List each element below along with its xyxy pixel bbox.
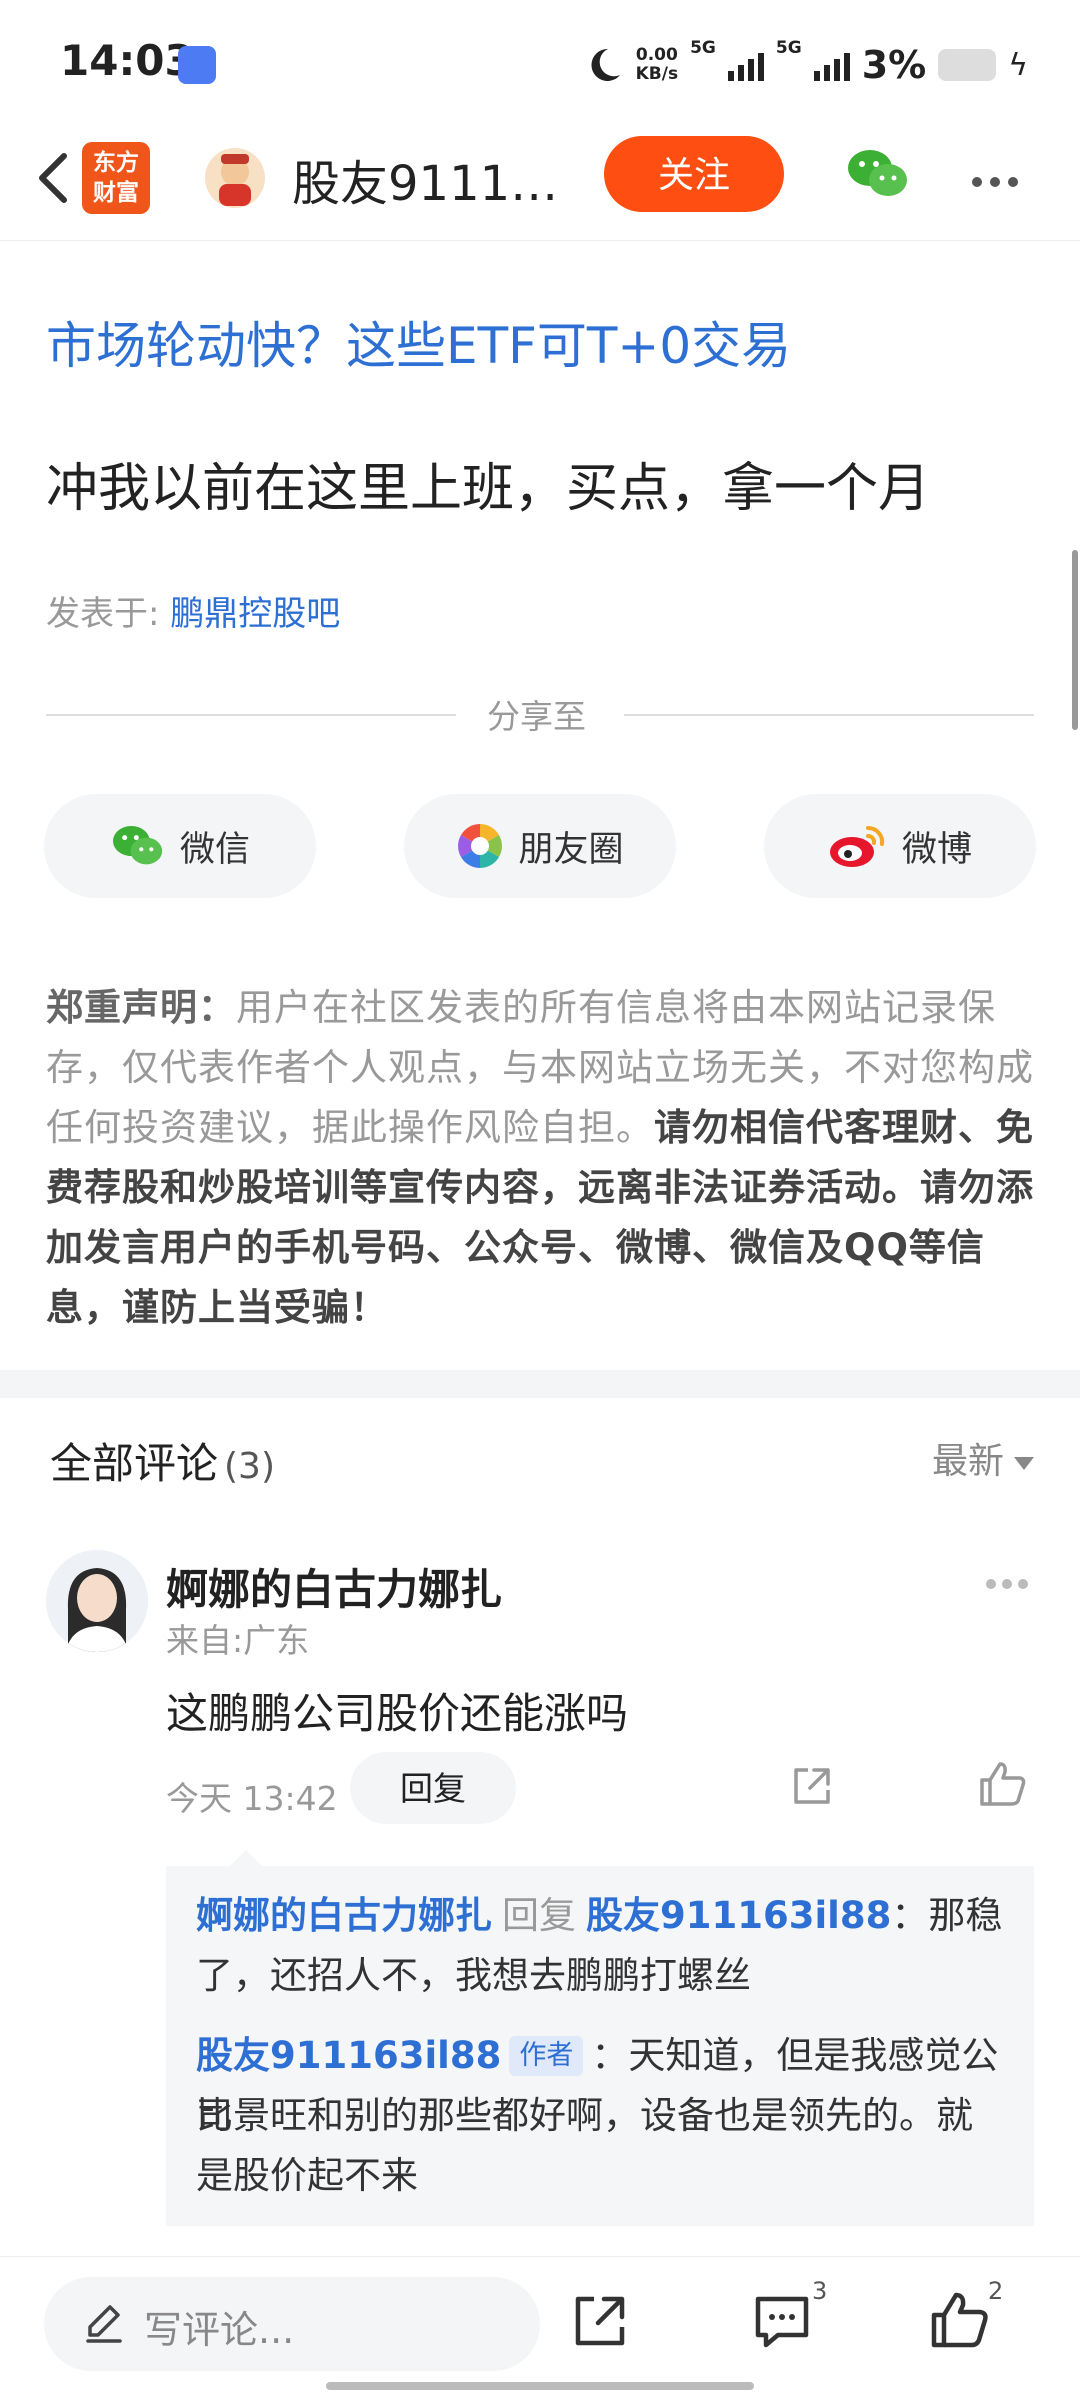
moon-icon	[591, 48, 620, 81]
share-wechat-label: 微信	[179, 829, 250, 870]
reply-1-user[interactable]: 婀娜的白古力娜扎	[196, 1894, 492, 1937]
disclaimer: 郑重声明：用户在社区发表的所有信息将由本网站记录保存，仅代表作者个人观点，与本网…	[46, 978, 1036, 1338]
charging-icon: ϟ	[1008, 47, 1028, 83]
commenter-name[interactable]: 婀娜的白古力娜扎	[166, 1556, 502, 1617]
reply-2-user[interactable]: 股友911163il88	[196, 2034, 501, 2077]
commenter-avatar[interactable]	[46, 1550, 148, 1652]
bottom-action-bar: 写评论... 3 2	[0, 2256, 1080, 2393]
reply-2-line-3: 是股价起不来	[196, 2154, 418, 2197]
follow-button[interactable]: 关注	[604, 136, 784, 212]
app-notification-icon	[178, 46, 216, 84]
write-comment-placeholder: 写评论...	[144, 2308, 295, 2352]
app-logo[interactable]: 东方 财富	[82, 142, 150, 214]
section-divider	[0, 1370, 1080, 1398]
wechat-icon	[112, 826, 163, 865]
net-speed-unit: KB/s	[635, 64, 679, 84]
share-weibo-label: 微博	[901, 829, 972, 870]
comments-count: (3)	[224, 1446, 276, 1487]
scrollbar[interactable]	[1072, 550, 1078, 730]
commenter-location: 来自:广东	[166, 1621, 310, 1660]
reply-1-text: ：那稳	[891, 1894, 1003, 1937]
sort-label: 最新	[931, 1441, 1004, 1482]
status-time: 14:03	[60, 36, 194, 85]
promo-link[interactable]: 市场轮动快？这些ETF可T+0交易	[46, 306, 791, 378]
comments-title: 全部评论	[50, 1439, 219, 1488]
comment-icon[interactable]	[752, 2293, 812, 2351]
reply-1-word: 回复	[502, 1894, 576, 1937]
home-indicator[interactable]	[326, 2382, 754, 2390]
moments-icon	[458, 824, 503, 868]
post-body: 冲我以前在这里上班，买点，拿一个月	[46, 459, 931, 519]
caret-down-icon	[1014, 1456, 1034, 1470]
posted-in-label: 发表于:	[46, 594, 171, 634]
status-bar: 14:03 0.00 KB/s 5G 5G 3% ϟ	[0, 0, 1080, 130]
battery-icon	[938, 49, 997, 81]
share-wechat-button[interactable]: 微信	[44, 794, 316, 898]
wechat-icon[interactable]	[846, 144, 910, 204]
reply-1[interactable]: 婀娜的白古力娜扎 回复 股友911163il88：那稳	[196, 1886, 1016, 1946]
reply-1-target[interactable]: 股友911163il88	[586, 1894, 891, 1937]
logo-line-2: 财富	[93, 180, 139, 206]
top-nav-bar: 东方 财富 股友91116… 关注	[0, 130, 1080, 241]
logo-line-1: 东方	[93, 150, 139, 176]
share-icon[interactable]	[570, 2291, 630, 2351]
author-badge: 作者	[509, 2036, 584, 2076]
share-moments-label: 朋友圈	[518, 829, 624, 870]
weibo-icon	[829, 825, 885, 867]
author-avatar[interactable]	[205, 148, 265, 208]
share-label: 分享至	[487, 697, 586, 736]
disclaimer-title: 郑重声明：	[46, 986, 236, 1029]
share-moments-button[interactable]: 朋友圈	[404, 794, 676, 898]
posted-in: 发表于: 鹏鼎控股吧	[46, 586, 340, 635]
back-arrow-icon[interactable]	[26, 148, 86, 208]
divider-left	[46, 714, 456, 716]
comment-time: 今天 13:42	[166, 1779, 338, 1818]
more-icon[interactable]	[972, 172, 1026, 191]
signal-2-icon	[813, 49, 850, 81]
like-count: 2	[988, 2277, 1004, 2305]
sort-dropdown[interactable]: 最新	[932, 1432, 1034, 1484]
author-name[interactable]: 股友91116…	[292, 144, 582, 214]
signal-2-label: 5G	[775, 38, 802, 58]
comment-text: 这鹏鹏公司股价还能涨吗	[166, 1689, 629, 1738]
signal-1-icon	[727, 49, 764, 81]
reply-1-line-2: 了，还招人不，我想去鹏鹏打螺丝	[196, 1954, 751, 1997]
battery-percent: 3%	[861, 43, 927, 87]
write-comment-input[interactable]: 写评论...	[44, 2277, 540, 2371]
divider-right	[624, 714, 1034, 716]
comment-count: 3	[812, 2277, 828, 2305]
comments-header: 全部评论 (3)	[50, 1430, 275, 1491]
like-icon[interactable]	[978, 1760, 1028, 1808]
reply-button[interactable]: 回复	[350, 1752, 516, 1824]
share-icon[interactable]	[790, 1764, 834, 1808]
forum-link[interactable]: 鹏鼎控股吧	[170, 594, 340, 634]
signal-1-label: 5G	[690, 38, 716, 58]
reply-2-line-2: 比景旺和别的那些都好啊，设备也是领先的。就	[196, 2094, 973, 2137]
share-weibo-button[interactable]: 微博	[764, 794, 1036, 898]
net-speed-value: 0.00	[635, 45, 678, 65]
comment-more-icon[interactable]	[986, 1574, 1034, 1593]
like-icon[interactable]	[930, 2289, 990, 2349]
status-indicators: 0.00 KB/s 5G 5G 3% ϟ	[584, 38, 1028, 92]
net-speed: 0.00 KB/s	[636, 46, 678, 84]
pencil-icon	[86, 2305, 122, 2343]
